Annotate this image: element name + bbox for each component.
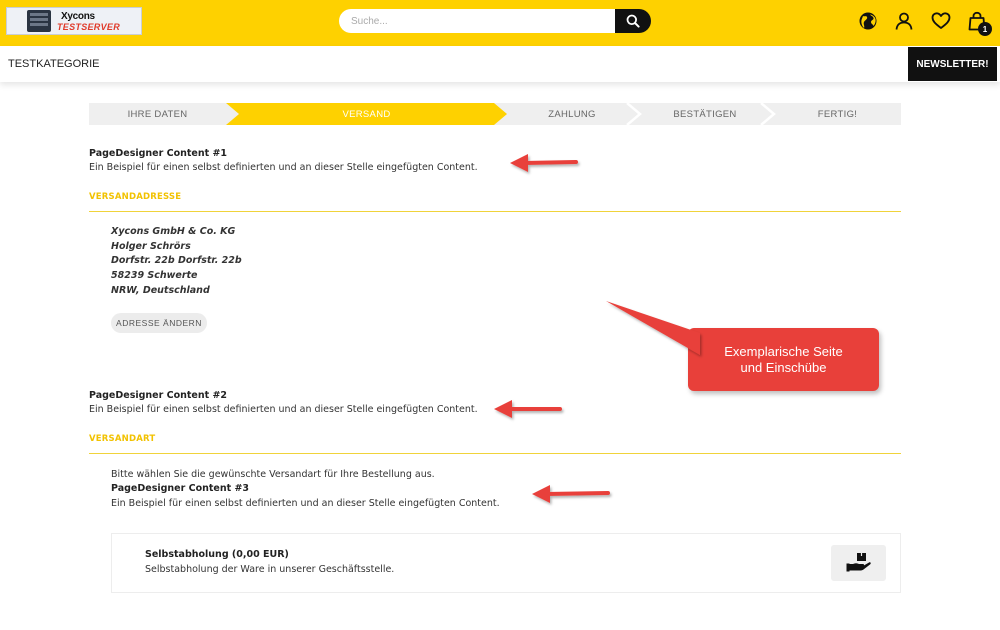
account-button[interactable] <box>892 9 916 33</box>
pd3-title: PageDesigner Content #3 <box>111 483 250 494</box>
section-divider <box>89 453 901 454</box>
address-line: Holger Schrörs <box>111 241 191 252</box>
step-bestaetigen[interactable]: BESTÄTIGEN <box>640 103 770 125</box>
globe-icon <box>859 12 877 30</box>
main-navigation: TESTKATEGORIE NEWSLETTER! <box>0 46 1000 82</box>
shipping-option-selbstabholung[interactable] <box>111 533 901 593</box>
server-icon <box>27 10 51 32</box>
address-line: NRW, Deutschland <box>111 285 210 296</box>
hand-package-icon <box>846 553 871 572</box>
search-bar <box>339 9 651 33</box>
shipping-option-desc: Selbstabholung der Ware in unserer Gesch… <box>145 564 395 575</box>
pd3-text: Ein Beispiel für einen selbst definierte… <box>111 498 500 509</box>
logo-sub: TESTSERVER <box>57 22 121 32</box>
annotation-arrow <box>494 400 562 418</box>
shipping-method-heading: VERSANDART <box>89 434 156 444</box>
callout-line-2: und Einschübe <box>740 359 827 375</box>
search-icon <box>626 14 640 28</box>
language-button[interactable] <box>856 9 880 33</box>
checkout-steps: IHRE DATEN VERSAND ZAHLUNG BESTÄTIGEN FE… <box>89 103 901 125</box>
change-address-button[interactable]: ADRESSE ÄNDERN <box>111 313 207 333</box>
address-line: Dorfstr. 22b Dorfstr. 22b <box>111 255 242 266</box>
newsletter-button[interactable]: NEWSLETTER! <box>908 47 997 81</box>
annotation-arrow <box>532 485 610 503</box>
cart-count-badge: 1 <box>978 22 992 36</box>
shipping-address-heading: VERSANDADRESSE <box>89 192 182 202</box>
search-button[interactable] <box>615 9 651 33</box>
annotation-arrow <box>510 154 578 172</box>
step-ihre-daten[interactable]: IHRE DATEN <box>89 103 226 125</box>
header-bar: Xycons TESTSERVER <box>0 0 1000 46</box>
step-versand[interactable]: VERSAND <box>239 103 494 125</box>
callout-pointer <box>606 301 700 355</box>
logo-name: Xycons <box>61 11 95 22</box>
annotation-callout: Exemplarische Seite und Einschübe <box>688 328 879 391</box>
section-divider <box>89 211 901 212</box>
nav-item-testkategorie[interactable]: TESTKATEGORIE <box>8 58 99 70</box>
pd1-title: PageDesigner Content #1 <box>89 148 228 159</box>
wishlist-button[interactable] <box>929 9 953 33</box>
user-icon <box>895 12 913 30</box>
shipping-method-intro: Bitte wählen Sie die gewünschte Versanda… <box>111 469 435 480</box>
address-line: Xycons GmbH & Co. KG <box>111 226 236 237</box>
site-logo[interactable]: Xycons TESTSERVER <box>6 7 142 35</box>
address-line: 58239 Schwerte <box>111 270 198 281</box>
pd2-title: PageDesigner Content #2 <box>89 390 228 401</box>
shipping-option-name: Selbstabholung (0,00 EUR) <box>145 549 289 560</box>
step-zahlung[interactable]: ZAHLUNG <box>507 103 637 125</box>
search-input[interactable] <box>339 9 615 33</box>
callout-line-1: Exemplarische Seite <box>724 343 843 359</box>
pd2-text: Ein Beispiel für einen selbst definierte… <box>89 404 478 415</box>
pd1-text: Ein Beispiel für einen selbst definierte… <box>89 162 478 173</box>
step-fertig[interactable]: FERTIG! <box>774 103 901 125</box>
heart-icon <box>931 12 951 29</box>
shipping-option-icon-box <box>831 545 886 581</box>
